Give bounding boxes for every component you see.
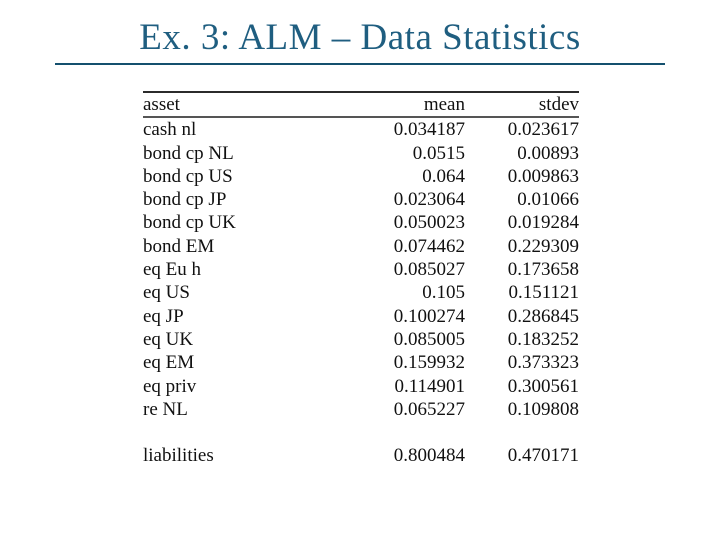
table-header-row: asset mean stdev <box>143 93 579 116</box>
cell-mean: 0.085027 <box>393 259 465 281</box>
cell-asset: eq Eu h <box>143 259 202 281</box>
cell-stdev: 0.373323 <box>507 352 579 374</box>
cell-mean: 0.050023 <box>393 212 465 234</box>
table-row: eq priv 0.114901 0.300561 <box>143 375 579 398</box>
cell-stdev: 0.286845 <box>507 305 579 327</box>
cell-asset: cash nl <box>143 119 197 141</box>
cell-asset: re NL <box>143 398 188 420</box>
cell-stdev: 0.009863 <box>507 165 579 187</box>
cell-asset: bond cp NL <box>143 142 234 164</box>
cell-stdev: 0.019284 <box>507 212 579 234</box>
cell-asset: bond cp UK <box>143 212 236 234</box>
cell-mean: 0.034187 <box>393 119 465 141</box>
cell-asset: eq JP <box>143 305 184 327</box>
table-row: bond cp US 0.064 0.009863 <box>143 165 579 188</box>
cell-asset: eq priv <box>143 375 197 397</box>
cell-asset: eq EM <box>143 352 195 374</box>
cell-stdev: 0.109808 <box>507 398 579 420</box>
table-row: eq US 0.105 0.151121 <box>143 281 579 304</box>
cell-mean: 0.0515 <box>412 142 465 164</box>
cell-asset: eq UK <box>143 328 194 350</box>
cell-mean: 0.159932 <box>393 352 465 374</box>
column-header-mean: mean <box>423 94 465 115</box>
cell-asset: liabilities <box>143 445 214 467</box>
cell-stdev: 0.183252 <box>507 328 579 350</box>
table-row: eq JP 0.100274 0.286845 <box>143 305 579 328</box>
table-row: eq EM 0.159932 0.373323 <box>143 351 579 374</box>
cell-mean: 0.074462 <box>393 235 465 257</box>
spacer-cell <box>143 421 323 444</box>
column-header-stdev: stdev <box>538 94 579 115</box>
cell-stdev: 0.01066 <box>517 189 579 211</box>
cell-mean: 0.085005 <box>393 328 465 350</box>
cell-mean: 0.105 <box>422 282 465 304</box>
table-row: liabilities 0.800484 0.470171 <box>143 444 579 467</box>
cell-asset: bond cp US <box>143 165 233 187</box>
spacer-cell <box>465 421 579 444</box>
cell-mean: 0.100274 <box>393 305 465 327</box>
table-row: eq UK 0.085005 0.183252 <box>143 328 579 351</box>
cell-mean: 0.114901 <box>394 375 465 397</box>
statistics-table-header: asset mean stdev <box>143 93 579 116</box>
cell-stdev: 0.151121 <box>508 282 579 304</box>
cell-stdev: 0.300561 <box>507 375 579 397</box>
cell-mean: 0.065227 <box>393 398 465 420</box>
cell-asset: eq US <box>143 282 190 304</box>
cell-stdev: 0.229309 <box>507 235 579 257</box>
cell-mean: 0.800484 <box>393 445 465 467</box>
cell-stdev: 0.173658 <box>507 259 579 281</box>
cell-stdev: 0.00893 <box>517 142 579 164</box>
title-divider-rule <box>55 63 665 65</box>
table-spacer-row <box>143 421 579 444</box>
table-row: re NL 0.065227 0.109808 <box>143 398 579 421</box>
spacer-cell <box>323 421 465 444</box>
statistics-table-body: cash nl 0.034187 0.023617 bond cp NL 0.0515 0… <box>143 118 579 467</box>
table-row: cash nl 0.034187 0.023617 <box>143 118 579 141</box>
table-row: bond cp JP 0.023064 0.01066 <box>143 188 579 211</box>
table-row: bond EM 0.074462 0.229309 <box>143 235 579 258</box>
page-title: Ex. 3: ALM – Data Statistics <box>139 17 581 58</box>
cell-stdev: 0.023617 <box>507 119 579 141</box>
cell-asset: bond EM <box>143 235 215 257</box>
table-row: bond cp NL 0.0515 0.00893 <box>143 142 579 165</box>
cell-asset: bond cp JP <box>143 189 227 211</box>
data-statistics-table: asset mean stdev cash nl 0.034187 0.023617… <box>143 91 579 467</box>
table-row: eq Eu h 0.085027 0.173658 <box>143 258 579 281</box>
cell-stdev: 0.470171 <box>507 445 579 467</box>
cell-mean: 0.064 <box>422 165 465 187</box>
cell-mean: 0.023064 <box>393 189 465 211</box>
column-header-asset: asset <box>143 94 180 115</box>
table-row: bond cp UK 0.050023 0.019284 <box>143 211 579 234</box>
